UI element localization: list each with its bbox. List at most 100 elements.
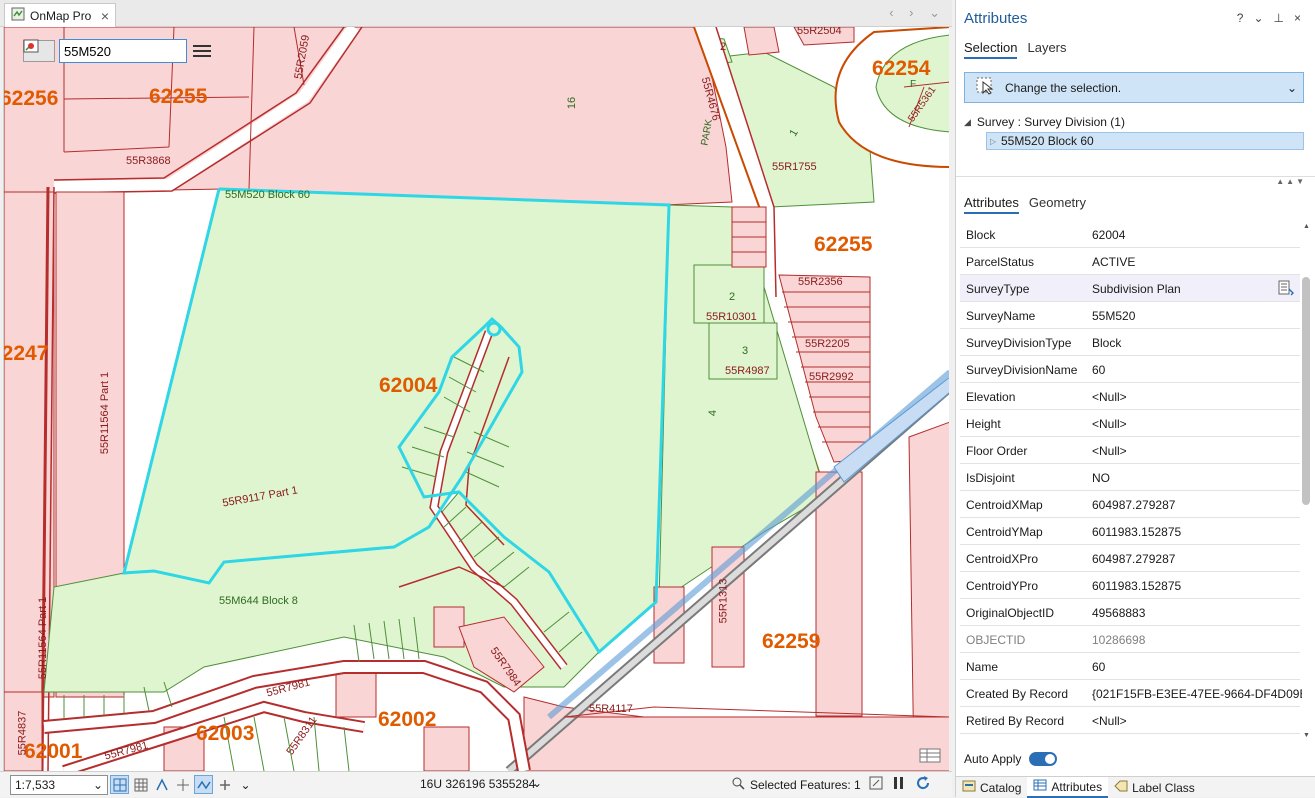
attribute-row[interactable]: CentroidXMap 604987.279287 (960, 491, 1300, 518)
attribute-row[interactable]: CentroidYPro 6011983.152875 (960, 572, 1300, 599)
field-value[interactable]: <Null> (1092, 390, 1302, 404)
attribute-row[interactable]: Height <Null> (960, 410, 1300, 437)
options-chevron-icon[interactable]: ⌄ (1253, 11, 1263, 25)
field-value: 10286698 (1092, 633, 1146, 647)
extent-icon[interactable] (869, 776, 883, 793)
tab-label-class[interactable]: Label Class (1108, 777, 1201, 798)
field-value[interactable]: 604987.279287 (1092, 498, 1302, 512)
auto-apply-label: Auto Apply (964, 752, 1022, 766)
snapping-icon[interactable] (152, 775, 171, 794)
attribute-row[interactable]: SurveyDivisionType Block (960, 329, 1300, 356)
selection-combo-label: Change the selection. (1005, 80, 1122, 95)
field-value[interactable]: 62004 (1092, 228, 1302, 242)
field-value[interactable]: 60 (1092, 363, 1302, 377)
chevron-down-icon[interactable]: ⌄ (532, 776, 542, 790)
field-value[interactable]: <Null> (1092, 714, 1302, 728)
locate-input[interactable] (59, 39, 187, 63)
field-value[interactable]: Block (1092, 336, 1302, 350)
close-icon[interactable]: × (1294, 11, 1301, 25)
field-value[interactable]: 6011983.152875 (1092, 579, 1302, 593)
field-name: Floor Order (966, 444, 1028, 458)
pause-icon[interactable] (893, 776, 905, 793)
pane-splitter[interactable]: ▲▲▼ (956, 176, 1315, 186)
field-value[interactable]: Subdivision Plan (1092, 282, 1302, 296)
collapsed-triangle-icon[interactable]: ▷ (990, 137, 996, 146)
tab-layers[interactable]: Layers (1027, 40, 1066, 59)
field-value[interactable]: {021F15FB-E3EE-47EE-9664-DF4D09E3D (1092, 687, 1302, 701)
field-name: Block (966, 228, 996, 242)
field-name: Retired By Record (966, 714, 1065, 728)
attribute-row[interactable]: OBJECTID 10286698 (960, 626, 1300, 653)
field-value[interactable]: 49568883 (1092, 606, 1302, 620)
attribute-row[interactable]: Elevation <Null> (960, 383, 1300, 410)
chevron-down-icon[interactable]: ⌄ (236, 775, 255, 794)
field-name: CentroidYPro (966, 579, 1039, 593)
attribute-row[interactable]: Created By Record {021F15FB-E3EE-47EE-966… (960, 680, 1302, 707)
grid-snap-icon[interactable] (110, 775, 129, 794)
expand-triangle-icon[interactable]: ◢ (964, 117, 971, 128)
selection-combo[interactable]: Change the selection. ⌄ (964, 72, 1304, 103)
pan-icon[interactable] (215, 775, 234, 794)
field-value[interactable]: <Null> (1092, 444, 1302, 458)
scrollbar-thumb[interactable] (1302, 277, 1310, 505)
grid-icon[interactable] (131, 775, 150, 794)
map-view[interactable]: 62256 62255 62254 62255 62247 62004 6225… (3, 27, 949, 771)
attribute-row[interactable]: SurveyDivisionName 60 (960, 356, 1300, 383)
selected-features-indicator[interactable]: Selected Features: 1 (731, 776, 861, 793)
attribute-row[interactable]: CentroidXPro 604987.279287 (960, 545, 1300, 572)
attributes-table-icon (1033, 778, 1047, 795)
table-icon[interactable] (917, 745, 943, 765)
locate-widget (23, 39, 211, 63)
help-icon[interactable]: ? (1237, 11, 1244, 25)
tree-node-feature[interactable]: ▷ 55M520 Block 60 (986, 132, 1304, 150)
attribute-row[interactable]: SurveyName 55M520 (960, 302, 1300, 329)
attribute-row[interactable]: OriginalObjectID 49568883 (960, 599, 1300, 626)
tab-label: Catalog (980, 780, 1022, 795)
refresh-icon[interactable] (915, 775, 931, 794)
field-value[interactable]: 60 (1092, 660, 1302, 674)
hamburger-menu-icon[interactable] (193, 40, 211, 62)
tab-label: Attributes (1051, 779, 1103, 794)
tree-node-layer[interactable]: ◢ Survey : Survey Division (1) (964, 114, 1304, 130)
pin-icon[interactable]: ⊥ (1274, 11, 1284, 25)
tab-geometry[interactable]: Geometry (1029, 195, 1086, 214)
locate-button[interactable] (23, 39, 55, 62)
tab-catalog[interactable]: Catalog (956, 777, 1027, 798)
field-value[interactable]: 55M520 (1092, 309, 1302, 323)
tab-attributes-dock[interactable]: Attributes (1027, 777, 1109, 798)
scale-select[interactable]: 1:7,533 ⌄ (10, 774, 108, 795)
field-value[interactable]: NO (1092, 471, 1302, 485)
tab-attributes[interactable]: Attributes (964, 195, 1019, 214)
attribute-row[interactable]: Floor Order <Null> (960, 437, 1300, 464)
field-value[interactable]: ACTIVE (1092, 255, 1302, 269)
field-name: CentroidYMap (966, 525, 1043, 539)
chevron-down-icon: ⌄ (92, 777, 103, 792)
attribute-row[interactable]: CentroidYMap 6011983.152875 (960, 518, 1300, 545)
field-value[interactable]: 604987.279287 (1092, 552, 1302, 566)
auto-apply-toggle[interactable] (1029, 752, 1058, 766)
constraint-icon[interactable] (194, 775, 213, 794)
attribute-row[interactable]: Retired By Record <Null> (960, 707, 1300, 734)
field-name: Height (966, 417, 1001, 431)
tab-nav-arrows[interactable]: ‹ › ⌄ (889, 5, 946, 21)
attribute-row[interactable]: IsDisjoint NO (960, 464, 1300, 491)
scroll-up-icon[interactable]: ▲ (1303, 223, 1310, 230)
map-tab[interactable]: OnMap Pro × (4, 3, 116, 27)
field-name: IsDisjoint (966, 471, 1015, 485)
attribute-row[interactable]: SurveyType Subdivision Plan (960, 275, 1300, 302)
scroll-down-icon[interactable]: ▼ (1303, 732, 1310, 739)
attribute-row[interactable]: Block 62004 (960, 221, 1300, 248)
attribute-scrollbar[interactable]: ▲ ▼ (1300, 221, 1312, 741)
attribute-row[interactable]: ParcelStatus ACTIVE (960, 248, 1300, 275)
tab-selection[interactable]: Selection (964, 40, 1018, 59)
field-value[interactable]: 6011983.152875 (1092, 525, 1302, 539)
crosshair-icon[interactable] (173, 775, 192, 794)
select-cursor-icon (975, 76, 995, 99)
attribute-row[interactable]: Name 60 (960, 653, 1300, 680)
field-name: Elevation (966, 390, 1016, 404)
close-icon[interactable]: × (101, 8, 109, 24)
map-drawing[interactable] (4, 27, 949, 771)
domain-list-icon[interactable] (1278, 280, 1294, 299)
field-value[interactable]: <Null> (1092, 417, 1302, 431)
scale-value: 1:7,533 (15, 777, 56, 792)
